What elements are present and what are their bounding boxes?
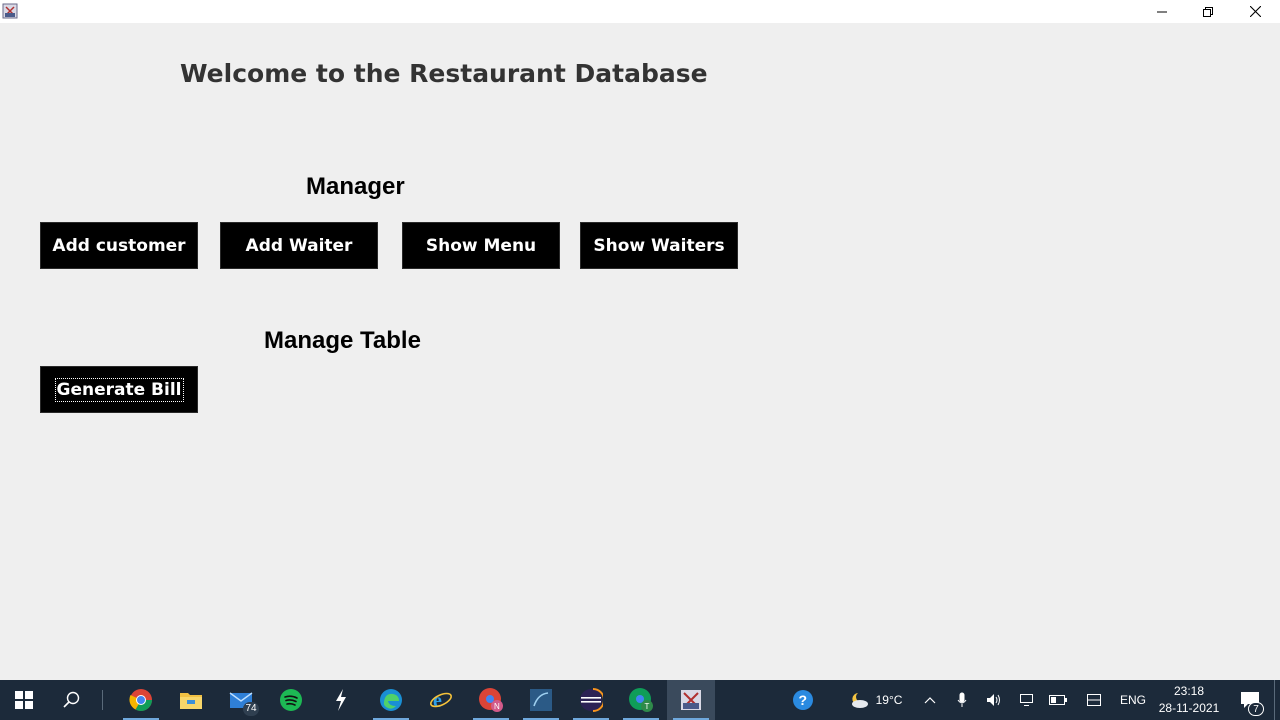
minimize-icon: [1157, 11, 1167, 12]
java-cup-icon[interactable]: [2, 3, 18, 19]
chrome-profile-n-icon[interactable]: N: [467, 680, 515, 720]
keyboard-icon[interactable]: [1084, 680, 1104, 720]
generate-bill-button[interactable]: Generate Bill: [40, 366, 198, 413]
svg-text:e: e: [433, 690, 442, 712]
eclipse-icon[interactable]: [567, 680, 615, 720]
maximize-button[interactable]: [1185, 0, 1231, 23]
weather-widget[interactable]: 19°C: [840, 680, 910, 720]
language-text: ENG: [1119, 693, 1146, 707]
show-waiters-button[interactable]: Show Waiters: [580, 222, 738, 269]
temperature-text: 19°C: [875, 693, 903, 707]
taskbar-divider: [102, 690, 103, 710]
help-icon[interactable]: ?: [788, 680, 818, 720]
chrome-profile-t-icon[interactable]: T: [617, 680, 665, 720]
edge-icon[interactable]: [367, 680, 415, 720]
weather-moon-cloud-icon: [851, 693, 868, 708]
window-titlebar: [0, 0, 1280, 23]
language-indicator[interactable]: ENG: [1116, 680, 1150, 720]
spotify-icon[interactable]: [267, 680, 315, 720]
add-customer-button[interactable]: Add customer: [40, 222, 198, 269]
taskbar: 74 e N T ? 19°C ENG 23:18 28-11-2021 7: [0, 680, 1280, 720]
search-button[interactable]: [48, 680, 96, 720]
svg-text:N: N: [494, 702, 500, 711]
microphone-icon[interactable]: [952, 680, 972, 720]
close-button[interactable]: [1232, 0, 1278, 23]
welcome-heading: Welcome to the Restaurant Database: [180, 59, 708, 88]
notification-count: 7: [1248, 702, 1264, 716]
search-icon: [63, 691, 80, 708]
clock-time: 23:18: [1173, 684, 1205, 698]
file-explorer-icon[interactable]: [167, 680, 215, 720]
clock-date: 28-11-2021: [1158, 701, 1220, 715]
show-menu-button[interactable]: Show Menu: [402, 222, 560, 269]
lightning-app-icon[interactable]: [317, 680, 365, 720]
window-content: Welcome to the Restaurant Database Manag…: [0, 23, 1280, 680]
notification-center-button[interactable]: 7: [1234, 680, 1266, 720]
manager-heading: Manager: [306, 173, 405, 200]
svg-text:?: ?: [799, 692, 808, 708]
java-app-icon[interactable]: [667, 680, 715, 720]
windows-logo-icon: [15, 691, 33, 709]
minimize-button[interactable]: [1139, 0, 1185, 23]
clock[interactable]: 23:18 28-11-2021: [1150, 683, 1228, 717]
start-button[interactable]: [0, 680, 48, 720]
close-icon: [1249, 6, 1261, 17]
network-icon[interactable]: [1016, 680, 1036, 720]
generate-bill-label: Generate Bill: [54, 377, 184, 402]
maximize-icon: [1203, 6, 1213, 17]
show-desktop-button[interactable]: [1274, 680, 1280, 720]
chrome-icon[interactable]: [117, 680, 165, 720]
add-waiter-button[interactable]: Add Waiter: [220, 222, 378, 269]
internet-explorer-icon[interactable]: e: [417, 680, 465, 720]
show-hidden-icons-chevron-icon[interactable]: [920, 680, 940, 720]
mail-badge: 74: [243, 702, 259, 716]
manage-table-heading: Manage Table: [264, 327, 421, 354]
mysql-workbench-icon[interactable]: [517, 680, 565, 720]
volume-icon[interactable]: [984, 680, 1004, 720]
mail-icon[interactable]: 74: [217, 680, 265, 720]
svg-text:T: T: [645, 702, 650, 711]
battery-icon[interactable]: [1048, 680, 1068, 720]
